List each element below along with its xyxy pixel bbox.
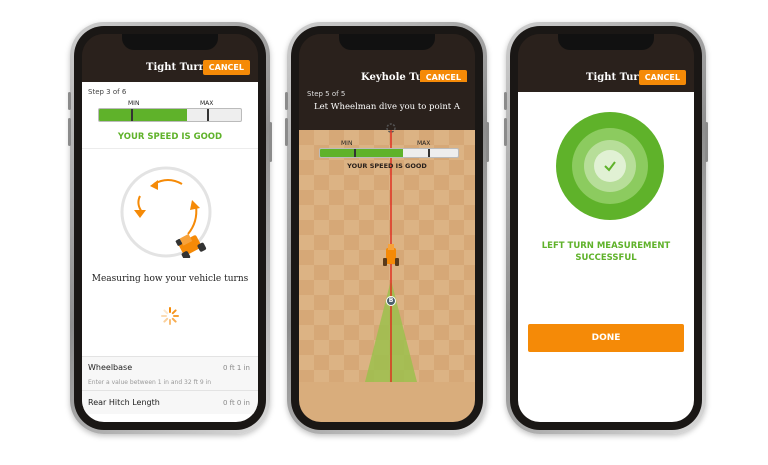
volume-button <box>68 118 71 146</box>
done-button[interactable]: DONE <box>528 324 684 352</box>
speed-gauge <box>319 148 459 158</box>
wheelbase-field[interactable]: Wheelbase 0 ft 1 in Enter a value betwee… <box>82 356 258 390</box>
point-b-marker[interactable]: B <box>386 296 396 306</box>
speed-max-label: MAX <box>417 140 431 147</box>
content: LEFT TURN MEASUREMENT SUCCESSFUL DONE <box>518 92 694 422</box>
notch <box>122 34 218 50</box>
field-map[interactable]: MIN MAX YOUR SPEED IS GOOD B <box>299 123 475 422</box>
rear-hitch-length-field[interactable]: Rear Hitch Length 0 ft 0 in <box>82 390 258 414</box>
speed-gauge-fill <box>320 149 403 157</box>
screen-title: Tight Turns <box>146 62 212 73</box>
field-label: Wheelbase <box>88 363 133 372</box>
power-button <box>705 122 708 162</box>
speed-gauge-fill <box>99 109 188 121</box>
speed-max-marker <box>207 109 209 121</box>
speed-min-marker <box>131 109 133 121</box>
phone-frame-1: Tight Turns CANCEL Step 3 of 6 MIN MAX Y… <box>68 22 272 434</box>
cancel-button[interactable]: CANCEL <box>638 70 686 85</box>
volume-button <box>68 92 71 110</box>
power-button <box>269 122 272 162</box>
screen-tight-turns-measuring: Tight Turns CANCEL Step 3 of 6 MIN MAX Y… <box>82 34 258 422</box>
field-hint: Enter a value between 1 in and 32 ft 9 i… <box>88 379 212 386</box>
content: Step 3 of 6 MIN MAX YOUR SPEED IS GOOD M… <box>82 82 258 422</box>
spinner-icon <box>386 123 396 133</box>
notch <box>339 34 435 50</box>
divider <box>82 148 258 149</box>
result-text: LEFT TURN MEASUREMENT SUCCESSFUL <box>541 241 671 263</box>
screen-keyhole-turn: Keyhole Turn CANCEL Step 5 of 5 Let Whee… <box>299 34 475 422</box>
field-label: Rear Hitch Length <box>88 398 160 407</box>
speed-gauge <box>98 108 242 122</box>
tractor-icon <box>175 233 207 258</box>
check-icon <box>604 161 616 172</box>
measuring-text: Measuring how your vehicle turns <box>91 274 249 284</box>
speed-status: YOUR SPEED IS GOOD <box>347 162 427 170</box>
field-value[interactable]: 0 ft 1 in <box>223 364 250 372</box>
app-showcase: Tight Turns CANCEL Step 3 of 6 MIN MAX Y… <box>0 0 768 465</box>
screen-turn-success: Tight Turns CANCEL LEFT TURN MEASUREMENT… <box>518 34 694 422</box>
volume-button <box>285 92 288 110</box>
notch <box>558 34 654 50</box>
cancel-button[interactable]: CANCEL <box>202 60 250 75</box>
speed-max-label: MAX <box>200 100 214 107</box>
phone-frame-3: Tight Turns CANCEL LEFT TURN MEASUREMENT… <box>504 22 708 434</box>
speed-min-label: MIN <box>341 140 353 147</box>
speed-status: YOUR SPEED IS GOOD <box>117 132 223 142</box>
tractor-icon <box>383 244 399 266</box>
power-button <box>486 122 489 162</box>
instruction-text: Let Wheelman dive you to point A <box>313 102 461 112</box>
volume-button <box>504 118 507 146</box>
volume-button <box>285 118 288 146</box>
field-value[interactable]: 0 ft 0 in <box>223 399 250 407</box>
speed-min-label: MIN <box>128 100 140 107</box>
speed-max-marker <box>428 149 430 157</box>
step-label: Step 5 of 5 <box>307 90 346 98</box>
spinner-icon <box>161 307 179 325</box>
phone-frame-2: Keyhole Turn CANCEL Step 5 of 5 Let Whee… <box>285 22 489 434</box>
volume-button <box>504 92 507 110</box>
step-label: Step 3 of 6 <box>88 88 127 96</box>
speed-min-marker <box>354 149 356 157</box>
